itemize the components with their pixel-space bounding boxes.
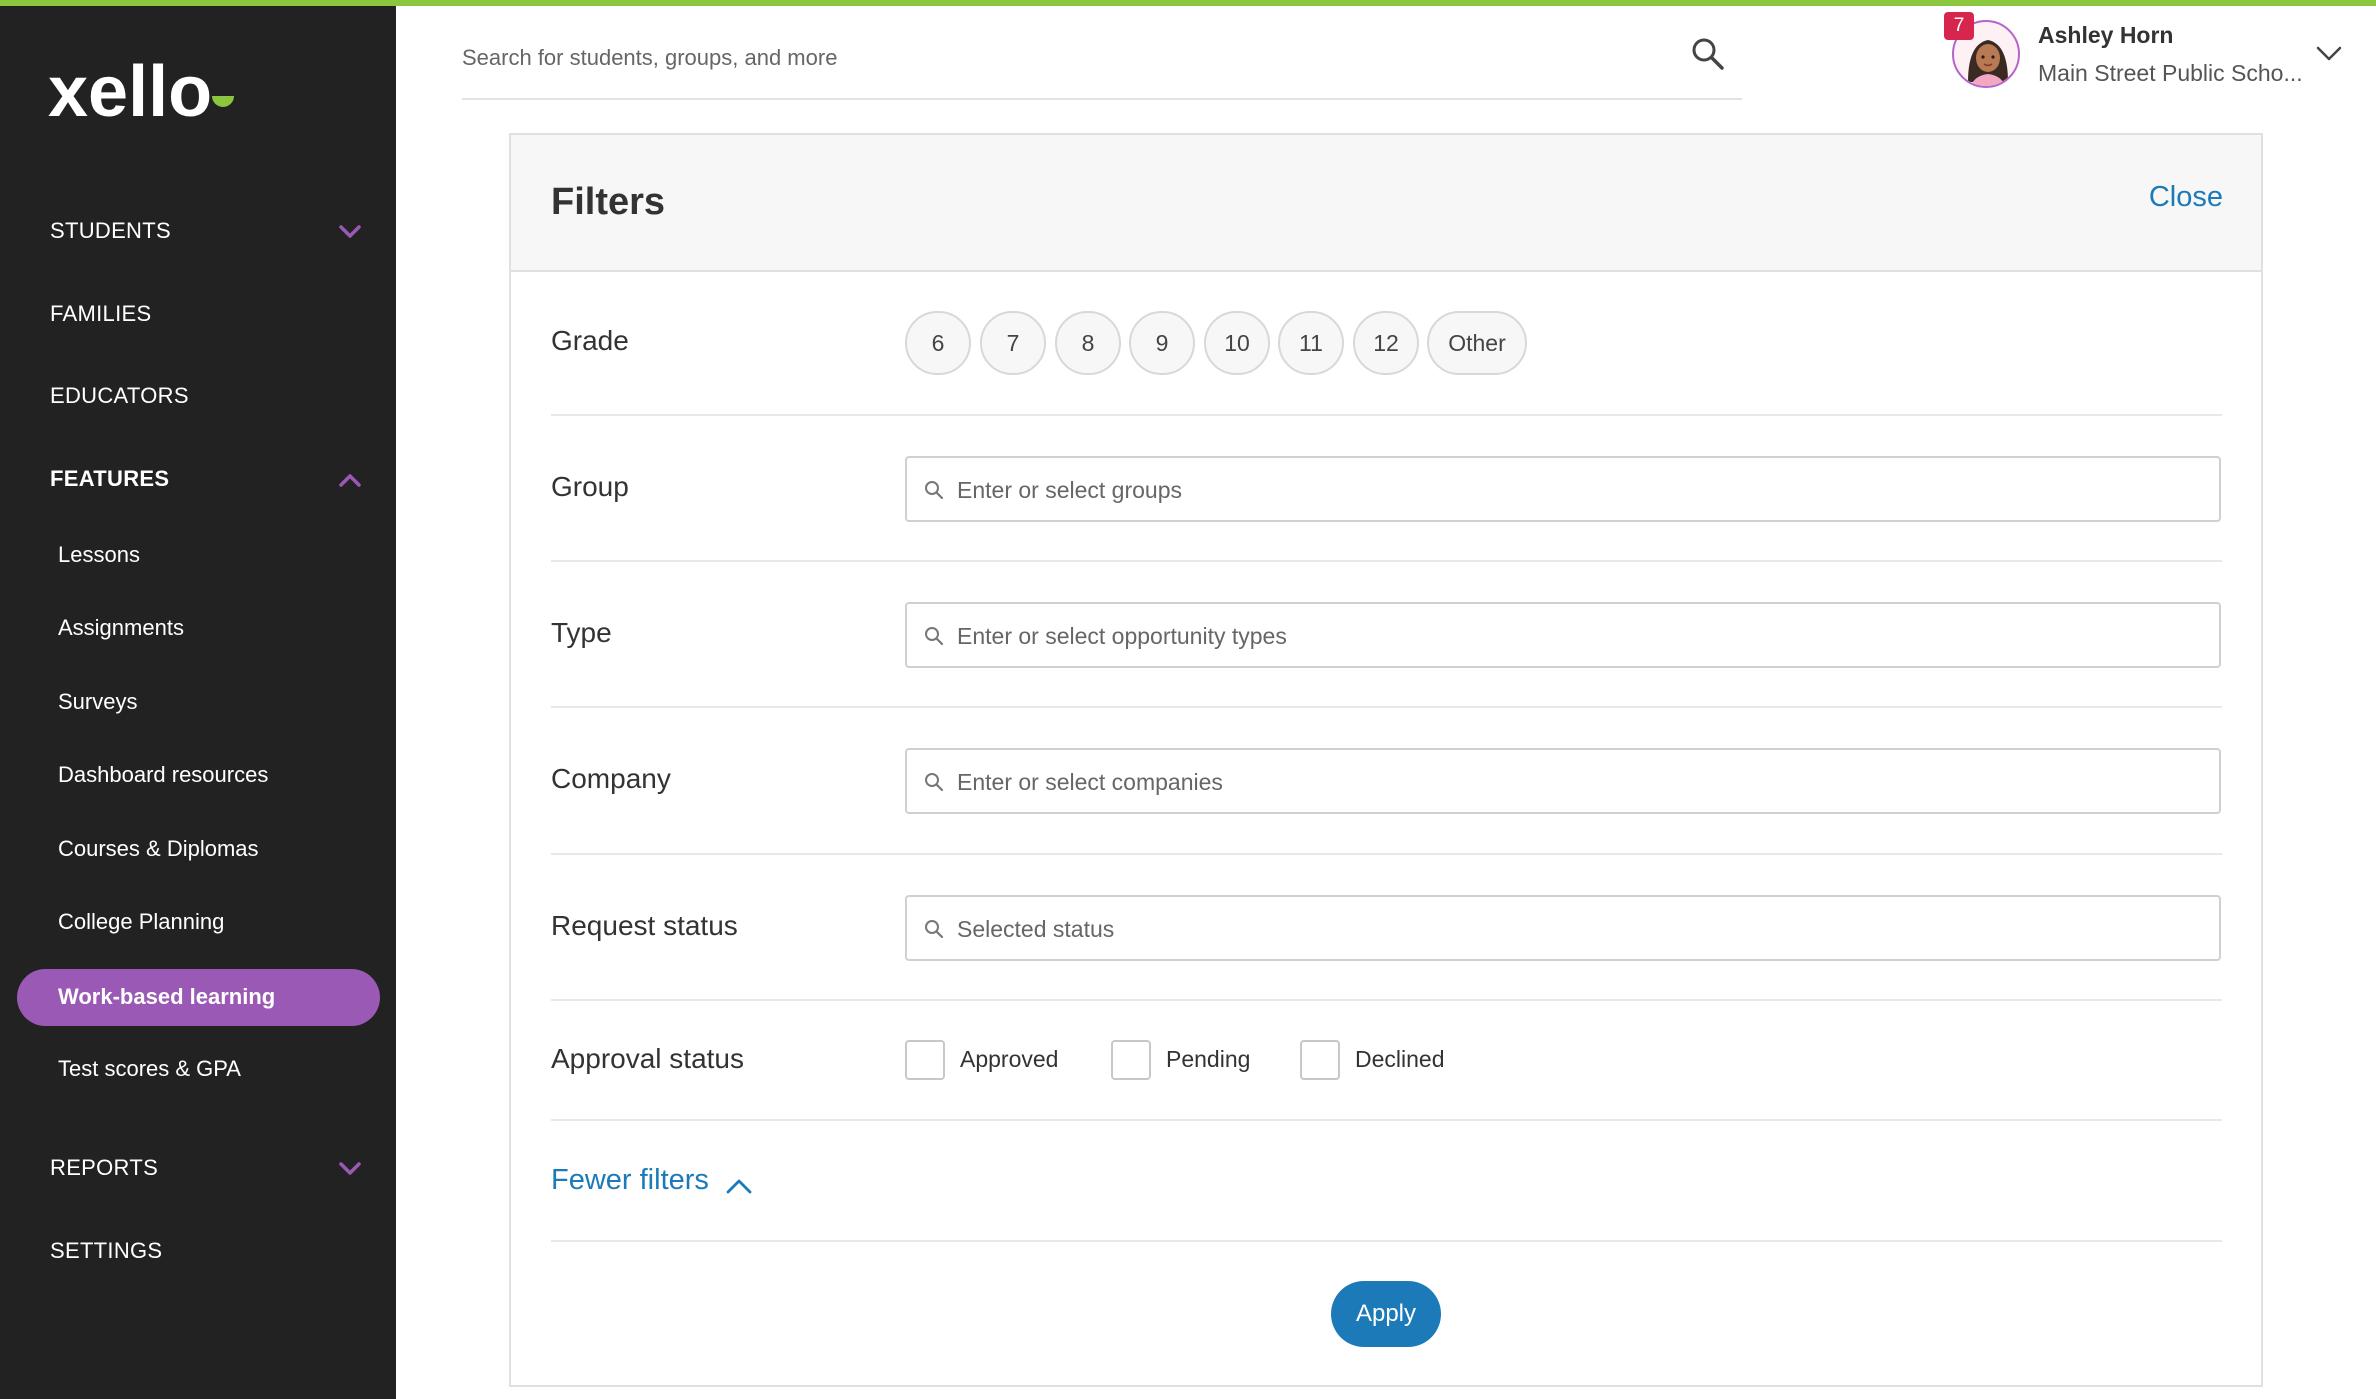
chevron-down-icon[interactable] [336,218,364,246]
approved-checkbox[interactable] [905,1040,945,1080]
user-school[interactable]: Main Street Public Scho... [2038,60,2308,87]
sidebar-sub-test-scores-gpa[interactable]: Test scores & GPA [58,1056,241,1082]
sidebar-sub-college-planning[interactable]: College Planning [58,909,224,935]
chevron-up-icon[interactable] [336,466,364,494]
search-icon[interactable] [1690,36,1726,72]
divider [551,1119,2222,1121]
sidebar-item-settings[interactable]: SETTINGS [50,1238,162,1264]
approval-status-label: Approval status [551,1043,744,1074]
pending-label[interactable]: Pending [1166,1046,1250,1073]
grade-option-6[interactable]: 6 [905,311,971,375]
search-icon [925,481,944,500]
grade-option-7[interactable]: 7 [980,311,1046,375]
user-name[interactable]: Ashley Horn [2038,22,2173,49]
divider [551,853,2222,855]
group-input[interactable] [957,470,2197,510]
approved-label[interactable]: Approved [960,1046,1058,1073]
sidebar-sub-courses-diplomas[interactable]: Courses & Diplomas [58,836,259,862]
group-field[interactable] [905,456,2221,522]
sidebar-item-families[interactable]: FAMILIES [50,301,151,327]
grade-option-12[interactable]: 12 [1353,311,1419,375]
sidebar-sub-dashboard-resources[interactable]: Dashboard resources [58,762,268,788]
chevron-down-icon[interactable] [336,1155,364,1183]
filters-panel: Filters Close Grade 6 7 8 9 10 11 12 Oth… [509,133,2263,1387]
divider [551,560,2222,562]
search-icon [925,773,944,792]
sidebar-sub-label: Work-based learning [58,984,276,1009]
chevron-down-icon[interactable] [2314,38,2344,68]
sidebar-item-features[interactable]: FEATURES [50,466,169,492]
declined-checkbox[interactable] [1300,1040,1340,1080]
sidebar-item-educators[interactable]: EDUCATORS [50,383,189,409]
sidebar: xello STUDENTS FAMILIES EDUCATORS FEATUR… [0,0,396,1399]
close-button[interactable]: Close [2149,181,2223,214]
grade-label: Grade [551,325,629,356]
chevron-up-icon[interactable] [723,1170,755,1202]
sidebar-sub-lessons[interactable]: Lessons [58,542,140,568]
company-input[interactable] [957,762,2197,802]
type-input[interactable] [957,616,2197,656]
grade-option-11[interactable]: 11 [1278,311,1344,375]
fewer-filters-link[interactable]: Fewer filters [551,1164,709,1197]
declined-label[interactable]: Declined [1355,1046,1445,1073]
divider [551,1240,2222,1242]
top-accent-bar [0,0,2376,6]
xello-logo[interactable]: xello [48,58,248,128]
apply-button[interactable]: Apply [1331,1281,1441,1347]
divider [551,706,2222,708]
search-icon [925,920,944,939]
page-title: Filters [551,181,666,223]
group-label: Group [551,471,629,502]
grade-option-10[interactable]: 10 [1204,311,1270,375]
type-field[interactable] [905,602,2221,668]
company-field[interactable] [905,748,2221,814]
grade-option-other[interactable]: Other [1427,311,1527,375]
divider [551,999,2222,1001]
grade-option-8[interactable]: 8 [1055,311,1121,375]
grade-option-9[interactable]: 9 [1129,311,1195,375]
search-icon [925,627,944,646]
global-search [462,26,1742,100]
notification-badge[interactable]: 7 [1944,12,1974,40]
company-label: Company [551,763,671,794]
sidebar-sub-surveys[interactable]: Surveys [58,689,137,715]
request-status-field[interactable] [905,895,2221,961]
filters-header: Filters Close [511,135,2261,272]
sidebar-item-reports[interactable]: REPORTS [50,1155,158,1181]
sidebar-sub-assignments[interactable]: Assignments [58,615,184,641]
sidebar-item-students[interactable]: STUDENTS [50,218,171,244]
search-input[interactable] [462,36,1662,80]
sidebar-sub-work-based-learning[interactable]: Work-based learning [17,969,380,1026]
type-label: Type [551,617,612,648]
request-status-input[interactable] [957,909,2197,949]
request-status-label: Request status [551,910,738,941]
pending-checkbox[interactable] [1111,1040,1151,1080]
divider [551,414,2222,416]
svg-text:xello: xello [48,58,212,128]
